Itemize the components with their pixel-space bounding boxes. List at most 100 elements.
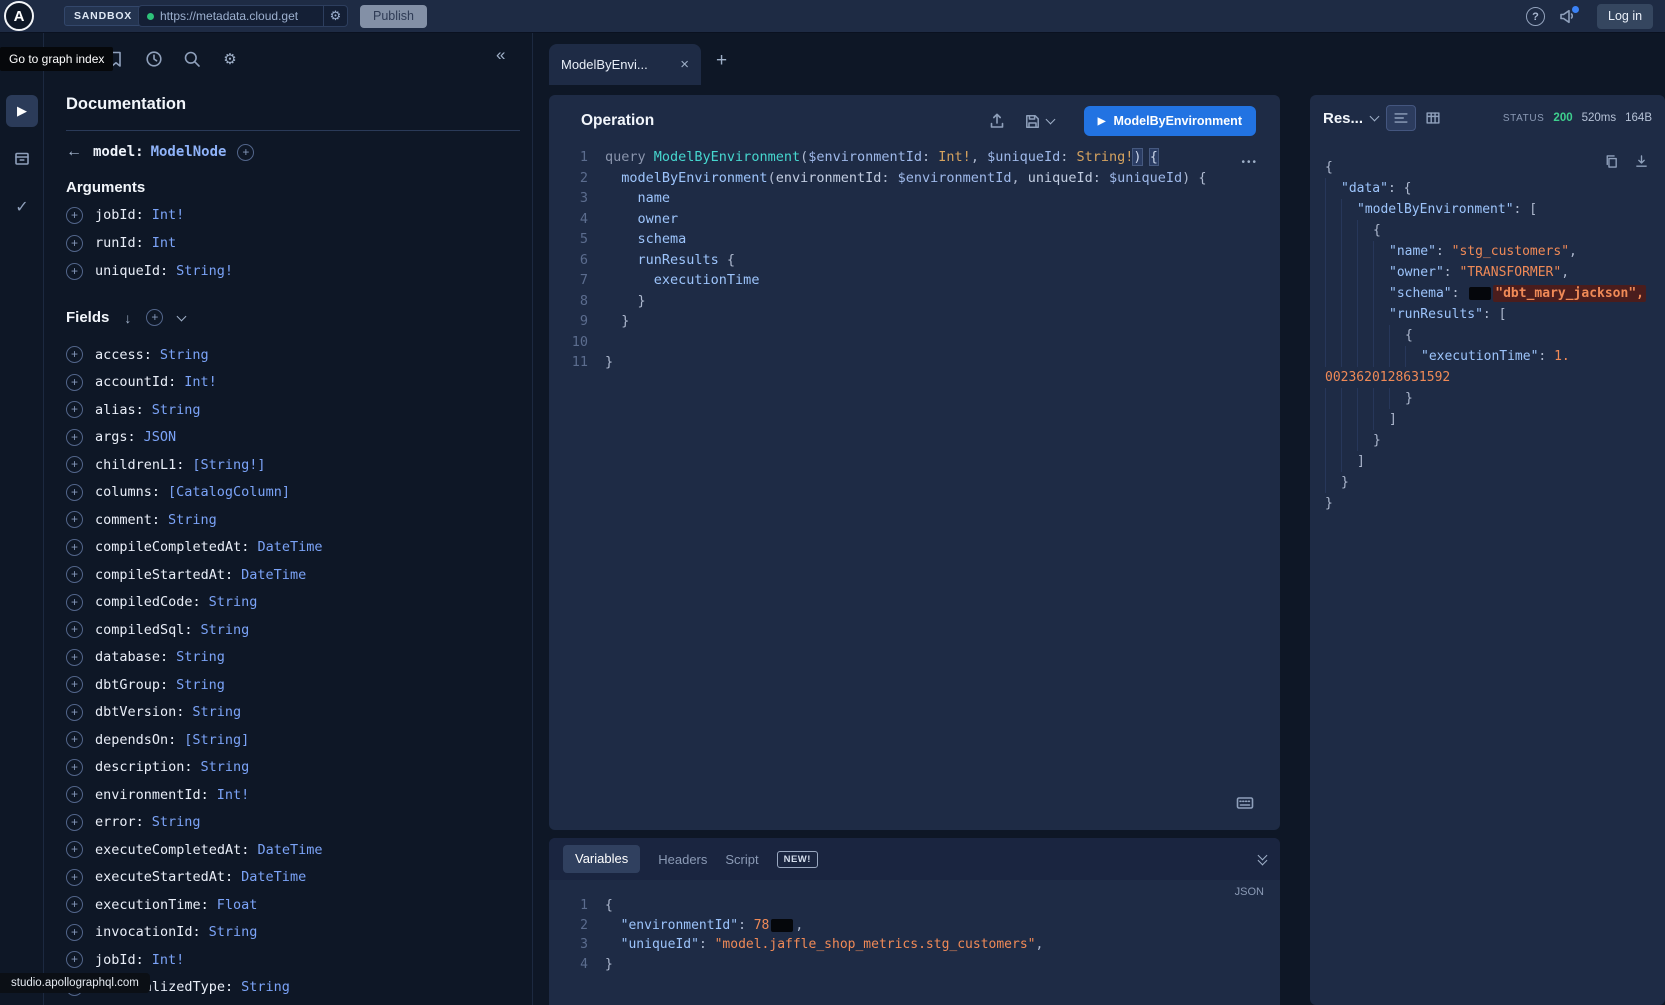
run-operation-button[interactable]: ▶ ModelByEnvironment	[1084, 106, 1256, 136]
add-to-operation-button[interactable]: +	[66, 594, 83, 611]
endpoint-url[interactable]: https://metadata.cloud.get	[160, 9, 323, 23]
add-to-operation-button[interactable]: +	[66, 374, 83, 391]
code-line[interactable]: 5 schema	[549, 229, 1280, 250]
code-text[interactable]: query ModelByEnvironment($environmentId:…	[605, 147, 1158, 168]
share-operation-icon[interactable]	[987, 111, 1007, 131]
field-type-link[interactable]: String	[209, 924, 258, 940]
code-line[interactable]: 3 name	[549, 188, 1280, 209]
history-icon[interactable]	[144, 49, 164, 69]
field-type-link[interactable]: String	[152, 402, 201, 418]
code-text[interactable]: modelByEnvironment(environmentId: $envir…	[605, 168, 1207, 189]
close-tab-icon[interactable]: ×	[680, 56, 689, 73]
code-line[interactable]: 4}	[549, 955, 1280, 975]
add-fields-button[interactable]: +	[146, 309, 163, 326]
field-name[interactable]: alias:	[95, 402, 144, 418]
breadcrumb-type[interactable]: ModelNode	[151, 144, 227, 160]
add-to-operation-button[interactable]: +	[66, 731, 83, 748]
tab-script[interactable]: Script	[725, 852, 758, 867]
field-name[interactable]: access:	[95, 347, 152, 363]
field-name[interactable]: compiledCode:	[95, 594, 201, 610]
operation-editor[interactable]: 1query ModelByEnvironment($environmentId…	[549, 147, 1280, 373]
code-text[interactable]: "environmentId": 78,	[605, 916, 803, 936]
code-text[interactable]: runResults {	[605, 250, 735, 271]
code-text[interactable]: }	[605, 955, 613, 975]
code-line[interactable]: 7 executionTime	[549, 270, 1280, 291]
add-to-operation-button[interactable]: +	[66, 346, 83, 363]
field-name[interactable]: dbtGroup:	[95, 677, 168, 693]
add-to-operation-button[interactable]: +	[66, 786, 83, 803]
code-line[interactable]: 2 "environmentId": 78,	[549, 916, 1280, 936]
code-text[interactable]: schema	[605, 229, 686, 250]
field-type-link[interactable]: String!	[176, 263, 233, 279]
field-type-link[interactable]: String	[192, 704, 241, 720]
field-type-link[interactable]: String	[168, 512, 217, 528]
field-name[interactable]: error:	[95, 814, 144, 830]
schema-nav-item[interactable]	[12, 148, 32, 168]
field-name[interactable]: executeStartedAt:	[95, 869, 233, 885]
code-line[interactable]: 3 "uniqueId": "model.jaffle_shop_metrics…	[549, 935, 1280, 955]
field-type-link[interactable]: String	[241, 979, 290, 995]
login-button[interactable]: Log in	[1597, 4, 1653, 29]
add-to-operation-button[interactable]: +	[66, 429, 83, 446]
code-text[interactable]: "uniqueId": "model.jaffle_shop_metrics.s…	[605, 935, 1043, 955]
explorer-nav-item[interactable]: ▶	[6, 95, 38, 127]
help-icon[interactable]: ?	[1526, 7, 1545, 26]
add-all-fields-button[interactable]: +	[237, 144, 254, 161]
connection-settings-gear-icon[interactable]: ⚙	[323, 6, 347, 26]
code-line[interactable]: 8 }	[549, 291, 1280, 312]
field-type-link[interactable]: DateTime	[257, 842, 322, 858]
field-type-link[interactable]: [CatalogColumn]	[168, 484, 290, 500]
sort-icon[interactable]: ↓	[124, 310, 131, 326]
code-text[interactable]: }	[605, 311, 629, 332]
collapse-variables-icon[interactable]	[1259, 854, 1266, 864]
add-to-operation-button[interactable]: +	[66, 401, 83, 418]
field-name[interactable]: columns:	[95, 484, 160, 500]
code-line[interactable]: 9 }	[549, 311, 1280, 332]
field-type-link[interactable]: [String!]	[192, 457, 265, 473]
field-type-link[interactable]: Int!	[152, 207, 185, 223]
field-name[interactable]: compileStartedAt:	[95, 567, 233, 583]
field-type-link[interactable]: String	[209, 594, 258, 610]
add-to-operation-button[interactable]: +	[66, 566, 83, 583]
keyboard-shortcuts-icon[interactable]	[1234, 794, 1256, 812]
add-to-operation-button[interactable]: +	[66, 951, 83, 968]
add-to-operation-button[interactable]: +	[66, 235, 83, 252]
field-name[interactable]: invocationId:	[95, 924, 201, 940]
endpoint-url-bar[interactable]: https://metadata.cloud.get ⚙	[138, 5, 348, 27]
field-name[interactable]: runId:	[95, 235, 144, 251]
field-name[interactable]: executeCompletedAt:	[95, 842, 249, 858]
field-type-link[interactable]: Int!	[184, 374, 217, 390]
field-type-link[interactable]: Int!	[217, 787, 250, 803]
code-text[interactable]: }	[605, 352, 613, 373]
add-to-operation-button[interactable]: +	[66, 511, 83, 528]
field-name[interactable]: dbtVersion:	[95, 704, 184, 720]
field-type-link[interactable]: String	[176, 677, 225, 693]
code-line[interactable]: 1query ModelByEnvironment($environmentId…	[549, 147, 1280, 168]
field-type-link[interactable]: JSON	[144, 429, 177, 445]
field-type-link[interactable]: String	[160, 347, 209, 363]
save-dropdown-chevron-icon[interactable]	[1045, 115, 1055, 125]
field-name[interactable]: childrenL1:	[95, 457, 184, 473]
code-line[interactable]: 6 runResults {	[549, 250, 1280, 271]
announcements-icon[interactable]	[1558, 6, 1580, 28]
add-to-operation-button[interactable]: +	[66, 924, 83, 941]
add-to-operation-button[interactable]: +	[66, 539, 83, 556]
collapse-panel-icon[interactable]: «	[496, 45, 505, 65]
add-to-operation-button[interactable]: +	[66, 484, 83, 501]
settings-gear-icon[interactable]: ⚙	[220, 49, 240, 69]
checklist-nav-item[interactable]: ✓	[12, 197, 32, 217]
field-type-link[interactable]: DateTime	[241, 567, 306, 583]
publish-button[interactable]: Publish	[360, 5, 427, 28]
tab-variables[interactable]: Variables	[563, 845, 640, 873]
field-type-link[interactable]: [String]	[184, 732, 249, 748]
field-name[interactable]: compiledSql:	[95, 622, 193, 638]
add-to-operation-button[interactable]: +	[66, 841, 83, 858]
add-to-operation-button[interactable]: +	[66, 814, 83, 831]
code-text[interactable]: {	[605, 896, 613, 916]
tab-title[interactable]: ModelByEnvi...	[561, 57, 672, 72]
field-name[interactable]: environmentId:	[95, 787, 209, 803]
field-name[interactable]: uniqueId:	[95, 263, 168, 279]
field-type-link[interactable]: String	[152, 814, 201, 830]
field-name[interactable]: jobId:	[95, 952, 144, 968]
field-name[interactable]: executionTime:	[95, 897, 209, 913]
